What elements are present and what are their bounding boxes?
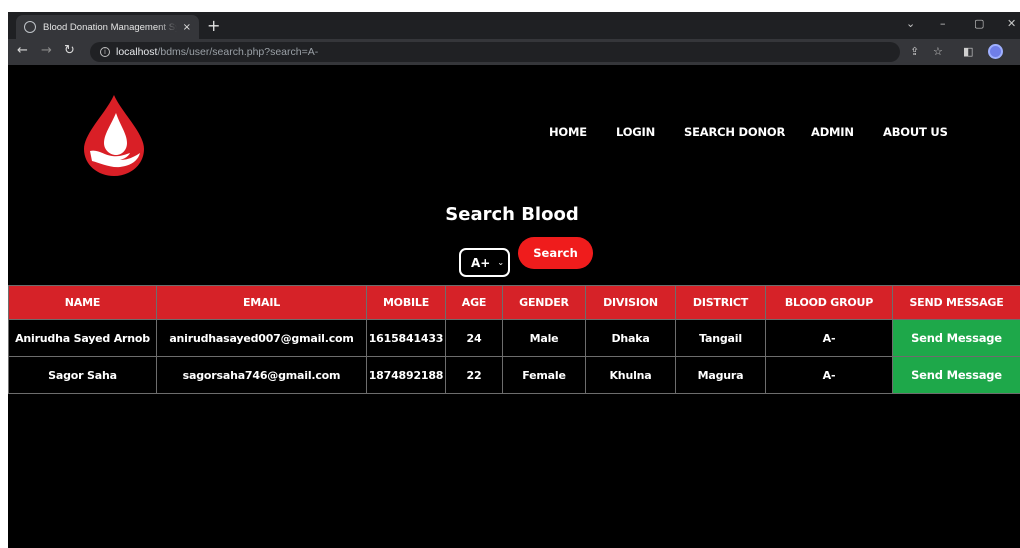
send-message-label: Send Message — [911, 368, 1002, 382]
tab-strip: Blood Donation Management Sy × + ⌄ – ▢ ✕ — [8, 12, 1020, 39]
header-mobile: MOBILE — [366, 285, 446, 320]
url-path: /bdms/user/search.php?search=A- — [157, 46, 319, 58]
cell-blood-group: A- — [765, 356, 893, 394]
header-gender: GENDER — [502, 285, 586, 320]
nav-home-link[interactable]: HOME — [549, 125, 587, 139]
browser-toolbar: ← → ↻ i localhost/bdms/user/search.php?s… — [8, 39, 1020, 65]
send-message-button[interactable]: Send Message — [892, 319, 1020, 357]
blood-group-select[interactable]: A+ ⌄ — [459, 248, 510, 277]
header-division: DIVISION — [585, 285, 676, 320]
new-tab-button[interactable]: + — [207, 16, 220, 35]
browser-tab[interactable]: Blood Donation Management Sy × — [16, 15, 199, 39]
share-icon[interactable]: ⇪ — [910, 45, 919, 58]
cell-email: sagorsaha746@gmail.com — [156, 356, 367, 394]
header-age: AGE — [445, 285, 503, 320]
close-window-icon[interactable]: ✕ — [1007, 17, 1016, 30]
nav-about-us-link[interactable]: ABOUT US — [883, 125, 948, 139]
site-info-icon[interactable]: i — [100, 47, 110, 57]
header-blood-group: BLOOD GROUP — [765, 285, 893, 320]
table-header-row: NAME EMAIL MOBILE AGE GENDER DIVISION DI… — [8, 285, 1020, 320]
page-title-text: Search Blood — [445, 204, 579, 225]
send-message-label: Send Message — [911, 331, 1002, 345]
side-panel-icon[interactable]: ◧ — [963, 45, 973, 58]
cell-email: anirudhasayed007@gmail.com — [156, 319, 367, 357]
donor-table: NAME EMAIL MOBILE AGE GENDER DIVISION DI… — [8, 285, 1020, 394]
tab-search-icon[interactable]: ⌄ — [906, 17, 915, 30]
cell-name: Anirudha Sayed Arnob — [8, 319, 157, 357]
profile-avatar-icon[interactable] — [988, 44, 1003, 59]
cell-blood-group: A- — [765, 319, 893, 357]
close-tab-icon[interactable]: × — [183, 22, 191, 33]
cell-gender: Male — [502, 319, 586, 357]
address-bar[interactable]: i localhost/bdms/user/search.php?search=… — [90, 42, 900, 62]
table-row: Anirudha Sayed Arnob anirudhasayed007@gm… — [8, 319, 1020, 357]
nav-login-link[interactable]: LOGIN — [616, 125, 655, 139]
table-row: Sagor Saha sagorsaha746@gmail.com 187489… — [8, 356, 1020, 394]
blood-group-select-value: A+ — [471, 255, 491, 270]
minimize-icon[interactable]: – — [940, 17, 946, 30]
main-nav: HOME LOGIN SEARCH DONOR ADMIN ABOUT US — [8, 125, 1020, 145]
cell-district: Magura — [675, 356, 766, 394]
header-name: NAME — [8, 285, 157, 320]
url-host: localhost — [116, 46, 158, 58]
nav-search-donor-link[interactable]: SEARCH DONOR — [684, 125, 785, 139]
header-email: EMAIL — [156, 285, 367, 320]
bookmark-star-icon[interactable]: ☆ — [933, 45, 943, 58]
cell-division: Dhaka — [585, 319, 676, 357]
send-message-button[interactable]: Send Message — [892, 356, 1020, 394]
tab-title: Blood Donation Management Sy — [43, 21, 177, 33]
cell-district: Tangail — [675, 319, 766, 357]
forward-icon[interactable]: → — [41, 43, 52, 58]
chevron-down-icon: ⌄ — [497, 258, 505, 267]
browser-window: Blood Donation Management Sy × + ⌄ – ▢ ✕… — [8, 12, 1020, 548]
globe-icon — [24, 21, 36, 33]
cell-gender: Female — [502, 356, 586, 394]
back-icon[interactable]: ← — [17, 43, 28, 58]
header-district: DISTRICT — [675, 285, 766, 320]
cell-name: Sagor Saha — [8, 356, 157, 394]
cell-age: 24 — [445, 319, 503, 357]
cell-mobile: 1615841433 — [366, 319, 446, 357]
maximize-icon[interactable]: ▢ — [974, 17, 984, 30]
reload-icon[interactable]: ↻ — [64, 43, 75, 58]
cell-division: Khulna — [585, 356, 676, 394]
cell-age: 22 — [445, 356, 503, 394]
page-content: HOME LOGIN SEARCH DONOR ADMIN ABOUT US S… — [8, 65, 1020, 548]
search-button[interactable]: Search — [518, 237, 593, 269]
page-title: Search Blood — [8, 204, 1020, 225]
header-send-message: SEND MESSAGE — [892, 285, 1020, 320]
cell-mobile: 1874892188 — [366, 356, 446, 394]
nav-admin-link[interactable]: ADMIN — [811, 125, 854, 139]
